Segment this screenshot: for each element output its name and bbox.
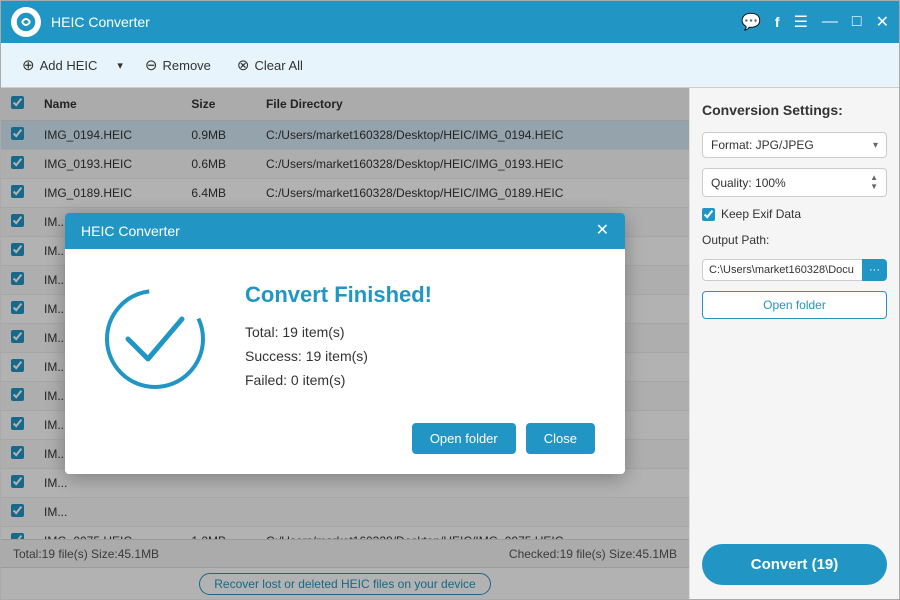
clear-all-button[interactable]: ⊗ Clear All <box>226 50 314 80</box>
window-controls: 💬 f ☰ — □ ✕ <box>741 12 889 32</box>
format-dropdown-icon: ▾ <box>873 140 878 151</box>
main-content: Name Size File Directory IMG_0194.HEIC0.… <box>1 88 899 599</box>
format-selector[interactable]: Format: JPG/JPEG ▾ <box>702 132 887 158</box>
quality-up-icon[interactable]: ▲ <box>870 174 878 182</box>
modal-close-x-button[interactable]: ✕ <box>596 223 609 239</box>
close-icon[interactable]: ✕ <box>876 12 889 32</box>
quality-stepper[interactable]: ▲ ▼ <box>870 174 878 191</box>
format-label: Format: JPG/JPEG <box>711 138 867 152</box>
times-circle-icon: ⊗ <box>237 56 250 74</box>
modal-heading: Convert Finished! <box>245 282 595 308</box>
quality-down-icon[interactable]: ▼ <box>870 183 878 191</box>
toolbar: ⊕ Add HEIC ▾ ⊖ Remove ⊗ Clear All <box>1 43 899 88</box>
add-heic-dropdown-button[interactable]: ▾ <box>110 53 130 78</box>
settings-title: Conversion Settings: <box>702 102 887 118</box>
modal-footer: Open folder Close <box>65 423 625 474</box>
success-checkmark-icon <box>100 284 210 394</box>
modal-info: Convert Finished! Total: 19 item(s) Succ… <box>245 282 595 396</box>
right-panel: Conversion Settings: Format: JPG/JPEG ▾ … <box>689 88 899 599</box>
modal-overlay: HEIC Converter ✕ Convert Finished! <box>1 88 689 599</box>
app-title: HEIC Converter <box>51 14 741 30</box>
minus-circle-icon: ⊖ <box>145 56 158 74</box>
modal-total: Total: 19 item(s) <box>245 324 595 340</box>
menu-icon[interactable]: ☰ <box>794 12 808 32</box>
modal-close-button[interactable]: Close <box>526 423 595 454</box>
file-list-area: Name Size File Directory IMG_0194.HEIC0.… <box>1 88 689 599</box>
add-heic-button[interactable]: ⊕ Add HEIC <box>13 50 106 80</box>
app-logo <box>11 7 41 37</box>
add-heic-group: ⊕ Add HEIC ▾ <box>13 50 130 80</box>
modal-icon-area <box>95 279 215 399</box>
keep-exif-checkbox[interactable] <box>702 208 715 221</box>
keep-exif-row: Keep Exif Data <box>702 207 887 221</box>
keep-exif-label: Keep Exif Data <box>721 207 801 221</box>
modal-header: HEIC Converter ✕ <box>65 213 625 249</box>
modal-success: Success: 19 item(s) <box>245 348 595 364</box>
title-bar: HEIC Converter 💬 f ☰ — □ ✕ <box>1 1 899 43</box>
remove-button[interactable]: ⊖ Remove <box>134 50 222 80</box>
output-path-browse-button[interactable]: ··· <box>862 259 887 281</box>
facebook-icon[interactable]: f <box>775 14 780 30</box>
quality-selector[interactable]: Quality: 100% ▲ ▼ <box>702 168 887 197</box>
minimize-icon[interactable]: — <box>822 13 838 31</box>
modal-body: Convert Finished! Total: 19 item(s) Succ… <box>65 249 625 423</box>
convert-button[interactable]: Convert (19) <box>702 544 887 585</box>
app-window: HEIC Converter 💬 f ☰ — □ ✕ ⊕ Add HEIC ▾ … <box>0 0 900 600</box>
output-path-label: Output Path: <box>702 231 887 249</box>
plus-circle-icon: ⊕ <box>22 56 35 74</box>
success-modal: HEIC Converter ✕ Convert Finished! <box>65 213 625 474</box>
modal-title: HEIC Converter <box>81 223 180 239</box>
open-folder-button[interactable]: Open folder <box>702 291 887 319</box>
output-path-input[interactable]: C:\Users\market160328\Docu <box>702 259 862 281</box>
quality-label: Quality: 100% <box>711 176 870 190</box>
output-path-row: C:\Users\market160328\Docu ··· <box>702 259 887 281</box>
modal-failed: Failed: 0 item(s) <box>245 372 595 388</box>
modal-open-folder-button[interactable]: Open folder <box>412 423 516 454</box>
chat-icon[interactable]: 💬 <box>741 12 761 32</box>
maximize-icon[interactable]: □ <box>852 13 862 31</box>
